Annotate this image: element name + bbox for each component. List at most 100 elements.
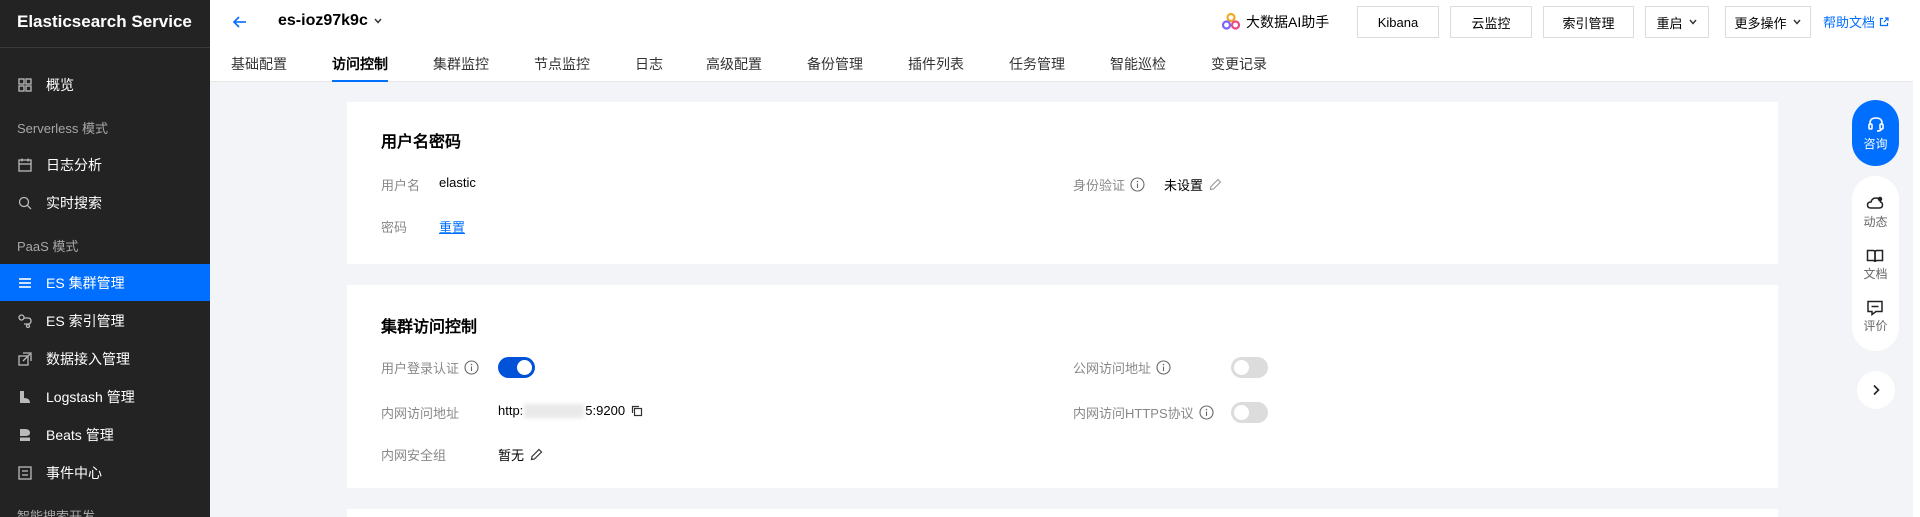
password-label: 密码 [381, 220, 408, 235]
sidebar-item-label: 日志分析 [46, 156, 102, 173]
internal-https-label: 内网访问HTTPS协议 [1073, 403, 1214, 422]
auth-value: 未设置 [1164, 175, 1222, 194]
tab-access-control[interactable]: 访问控制 [332, 54, 388, 82]
consult-label: 咨询 [1863, 136, 1888, 151]
tab-node-monitor[interactable]: 节点监控 [534, 54, 590, 82]
restart-button-label: 重启 [1656, 15, 1683, 31]
logstash-icon [17, 389, 33, 405]
updates-button[interactable]: 动态 [1863, 186, 1888, 238]
sidebar-item-log-analysis[interactable]: 日志分析 [0, 146, 210, 183]
auth-value-text: 未设置 [1164, 178, 1204, 193]
edit-icon[interactable] [530, 448, 543, 461]
cloud-monitor-button[interactable]: 云监控 [1450, 6, 1532, 38]
sidebar-item-es-cluster[interactable]: ES 集群管理 [0, 264, 210, 301]
auth-label-text: 身份验证 [1073, 178, 1126, 193]
kibana-button[interactable]: Kibana [1357, 6, 1439, 38]
password-reset-link[interactable]: 重置 [439, 217, 465, 236]
sidebar-group-paas: PaaS 模式 [17, 239, 79, 254]
sidebar-item-event-center[interactable]: 事件中心 [0, 454, 210, 491]
tab-basic-config[interactable]: 基础配置 [231, 54, 287, 82]
internal-sg-value: 暂无 [498, 445, 543, 464]
back-arrow-icon[interactable] [229, 11, 251, 33]
internal-sg-label: 内网安全组 [381, 448, 447, 463]
list-icon [17, 275, 33, 291]
grid-icon [17, 77, 33, 93]
page-header: es-ioz97k9c 大数据AI助手 Kibana 云监控 索引管理 重启 更… [210, 0, 1920, 82]
kibana-button-label: Kibana [1377, 14, 1419, 30]
info-icon[interactable] [464, 360, 479, 375]
index-manage-button[interactable]: 索引管理 [1543, 6, 1634, 38]
docs-label: 文档 [1863, 266, 1888, 281]
tab-plugins[interactable]: 插件列表 [908, 54, 964, 82]
tab-backup[interactable]: 备份管理 [807, 54, 863, 82]
internal-https-toggle[interactable] [1231, 402, 1268, 423]
cluster-access-card: 集群访问控制 用户登录认证 内网访问地址 http: 5:9200 内网安全组 … [347, 285, 1778, 488]
username-value: elastic [439, 175, 476, 190]
tab-tasks[interactable]: 任务管理 [1009, 54, 1065, 82]
sidebar-item-label: Logstash 管理 [46, 388, 135, 405]
consult-button[interactable]: 咨询 [1852, 100, 1899, 166]
info-icon[interactable] [1199, 405, 1214, 420]
help-docs-link[interactable]: 帮助文档 [1823, 12, 1889, 31]
sidebar-item-label: 事件中心 [46, 464, 102, 481]
sidebar-item-label: 实时搜索 [46, 194, 102, 211]
sidebar-item-label: 概览 [46, 76, 74, 93]
sidebar-item-beats[interactable]: Beats 管理 [0, 416, 210, 453]
expand-panel-button[interactable] [1857, 371, 1895, 409]
info-icon[interactable] [1156, 360, 1171, 375]
docs-button[interactable]: 文档 [1863, 238, 1888, 290]
card-title: 用户名密码 [381, 134, 462, 151]
username-label: 用户名 [381, 178, 421, 193]
sidebar-item-logstash[interactable]: Logstash 管理 [0, 378, 210, 415]
public-address-toggle[interactable] [1231, 357, 1268, 378]
sidebar-item-data-import[interactable]: 数据接入管理 [0, 340, 210, 377]
tab-cluster-monitor[interactable]: 集群监控 [433, 54, 489, 82]
edit-icon[interactable] [1209, 178, 1222, 191]
login-auth-label: 用户登录认证 [381, 358, 479, 377]
search-doc-icon [17, 195, 33, 211]
public-address-label-text: 公网访问地址 [1073, 361, 1152, 376]
address-suffix: 5:9200 [585, 403, 626, 418]
scrollbar[interactable] [1913, 0, 1920, 517]
tab-change-log[interactable]: 变更记录 [1211, 54, 1267, 82]
copy-icon[interactable] [631, 405, 643, 417]
sidebar-item-label: 数据接入管理 [46, 350, 130, 367]
internal-address-label: 内网访问地址 [381, 406, 460, 421]
sidebar-item-label: ES 集群管理 [46, 274, 125, 291]
book-icon [1867, 249, 1884, 262]
ai-assistant[interactable]: 大数据AI助手 [1221, 11, 1329, 33]
ai-assistant-label: 大数据AI助手 [1246, 14, 1330, 30]
updates-label: 动态 [1863, 214, 1888, 229]
event-icon [17, 465, 33, 481]
comment-icon [1867, 300, 1884, 316]
toggle-knob [517, 360, 532, 375]
login-auth-toggle[interactable] [498, 357, 535, 378]
instance-selector[interactable]: es-ioz97k9c [278, 12, 383, 30]
more-actions-dropdown-button[interactable]: 更多操作 [1725, 6, 1811, 38]
tab-logs[interactable]: 日志 [635, 54, 663, 82]
sidebar-item-overview[interactable]: 概览 [0, 66, 210, 103]
public-address-label: 公网访问地址 [1073, 358, 1171, 377]
info-icon[interactable] [1130, 177, 1145, 192]
user-password-card: 用户名密码 用户名 elastic 密码 重置 身份验证 未设置 [347, 102, 1778, 264]
feedback-button[interactable]: 评价 [1863, 290, 1888, 342]
beats-icon [17, 427, 33, 443]
tab-advanced-config[interactable]: 高级配置 [706, 54, 762, 82]
external-link-icon [1879, 16, 1889, 26]
index-icon [17, 313, 33, 329]
login-auth-label-text: 用户登录认证 [381, 361, 460, 376]
chevron-right-icon [1873, 384, 1880, 396]
instance-name: es-ioz97k9c [278, 12, 368, 29]
sidebar-item-label: ES 索引管理 [46, 312, 125, 329]
ai-logo-icon [1221, 12, 1241, 30]
sidebar-item-realtime-search[interactable]: 实时搜索 [0, 184, 210, 221]
cloud-bell-icon [1867, 196, 1884, 209]
tab-smart-inspection[interactable]: 智能巡检 [1110, 54, 1166, 82]
sidebar-item-es-index[interactable]: ES 索引管理 [0, 302, 210, 339]
chevron-down-icon [1688, 19, 1697, 25]
restart-dropdown-button[interactable]: 重启 [1645, 6, 1709, 38]
index-manage-button-label: 索引管理 [1562, 15, 1615, 31]
float-panel: 动态 文档 评价 [1852, 176, 1899, 351]
more-actions-label: 更多操作 [1734, 15, 1787, 31]
help-docs-label: 帮助文档 [1823, 15, 1876, 30]
